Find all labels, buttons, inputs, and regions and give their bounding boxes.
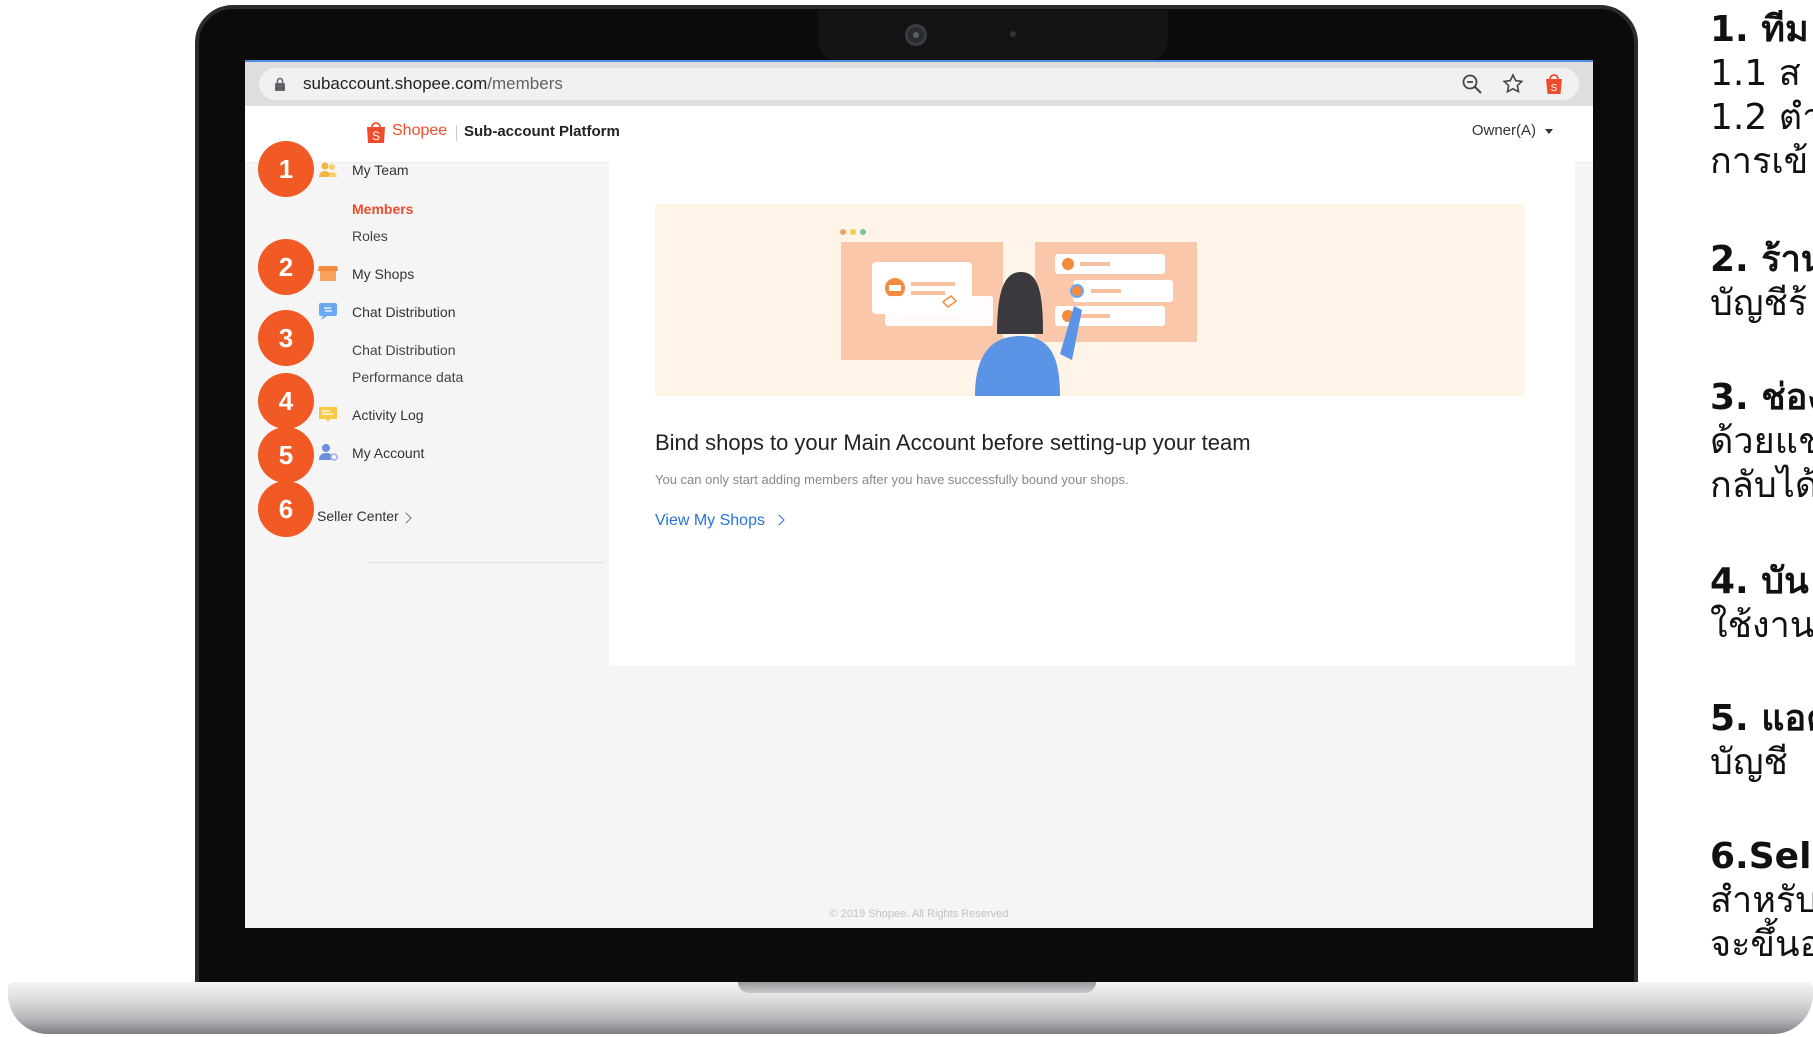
annotation-3: 3. ช่อง ด้วยแช กลับได้ (1710, 376, 1813, 508)
sidebar-item-performance-data[interactable]: Performance data (352, 369, 463, 385)
caret-down-icon[interactable] (1545, 129, 1553, 134)
shop-icon (318, 266, 338, 281)
laptop-groove (738, 982, 1096, 993)
annotation-2: 2. ร้าน บัญชีร้ (1710, 238, 1813, 326)
url-path: /members (487, 74, 563, 93)
annotation-2-title: 2. ร้าน (1710, 239, 1813, 280)
main-card: Bind shops to your Main Account before s… (609, 160, 1575, 666)
logo-divider (456, 125, 457, 141)
annotation-1: 1. ทีม 1.1 ส 1.2 ตำ การเข้ (1710, 8, 1813, 184)
sidebar-item-my-account[interactable]: My Account (352, 445, 424, 461)
logo-text[interactable]: Shopee (392, 122, 447, 140)
sidebar-divider (367, 562, 605, 563)
step-badge-4: 4 (258, 373, 314, 429)
bookmark-star-icon[interactable] (1501, 72, 1525, 96)
zoom-out-icon[interactable] (1461, 73, 1483, 95)
activity-log-icon (319, 407, 337, 422)
bind-shops-illustration (840, 229, 1197, 396)
annotation-1-line-2: 1.2 ตำ (1710, 97, 1813, 138)
shopee-logo-icon: S (367, 122, 385, 143)
step-badge-1: 1 (258, 141, 314, 197)
sidebar-item-seller-center[interactable]: Seller Center (317, 508, 399, 524)
sidebar-item-members[interactable]: Members (352, 201, 413, 217)
chevron-right-icon[interactable] (400, 512, 412, 524)
annotation-4: 4. บัน ใช้งาน (1710, 560, 1813, 648)
team-icon (319, 162, 337, 177)
sidebar-item-my-shops[interactable]: My Shops (352, 266, 414, 282)
sidebar-item-roles[interactable]: Roles (352, 228, 388, 244)
view-my-shops-label: View My Shops (655, 512, 765, 529)
chevron-right-icon (773, 514, 786, 526)
annotation-2-line-1: บัญชีร้ (1710, 283, 1808, 324)
annotation-1-title: 1. ทีม (1710, 9, 1809, 50)
annotation-6-line-1: สำหรับ (1710, 880, 1813, 921)
annotation-6: 6.Sell สำหรับ จะขึ้นอ (1710, 835, 1813, 967)
platform-title: Sub-account Platform (464, 123, 620, 140)
lock-icon (275, 77, 285, 91)
empty-state-headline: Bind shops to your Main Account before s… (655, 430, 1251, 455)
annotation-3-line-1: ด้วยแช (1710, 421, 1813, 462)
url-host: subaccount.shopee.com (303, 74, 488, 93)
annotation-5-line-1: บัญชี (1710, 742, 1788, 783)
shopee-extension-icon[interactable]: S (1543, 72, 1565, 96)
step-badge-3: 3 (258, 310, 314, 366)
chat-icon (319, 303, 337, 320)
laptop-screen: subaccount.shopee.com/members S S Shopee… (245, 60, 1593, 928)
annotation-1-line-3: การเข้ (1710, 141, 1809, 182)
step-badge-2: 2 (258, 239, 314, 295)
sensor-dot (1010, 31, 1016, 37)
empty-state-subtext: You can only start adding members after … (655, 472, 1129, 487)
browser-toolbar: subaccount.shopee.com/members S (245, 60, 1593, 106)
sidebar-item-activity-log[interactable]: Activity Log (352, 407, 424, 423)
app-header: S Shopee Sub-account Platform Owner(A) (245, 106, 1593, 163)
annotation-3-title: 3. ช่อง (1710, 377, 1813, 418)
annotation-6-title: 6.Sell (1710, 836, 1813, 877)
svg-text:S: S (372, 129, 380, 143)
step-badge-5: 5 (258, 427, 314, 483)
account-icon (319, 444, 338, 461)
svg-text:S: S (1551, 83, 1558, 94)
annotation-3-line-2: กลับได้ (1710, 465, 1813, 506)
step-badge-6: 6 (258, 481, 314, 537)
empty-state-banner (655, 204, 1525, 396)
annotation-5: 5. แอค บัญชี (1710, 697, 1813, 785)
url-text[interactable]: subaccount.shopee.com/members (303, 74, 563, 94)
sidebar-item-my-team[interactable]: My Team (352, 162, 409, 178)
annotation-6-line-2: จะขึ้นอ (1710, 924, 1813, 965)
webcam-icon (905, 24, 927, 46)
annotation-4-line-1: ใช้งาน (1710, 605, 1813, 646)
annotation-1-line-1: 1.1 ส (1710, 53, 1801, 94)
annotation-5-title: 5. แอค (1710, 698, 1813, 739)
annotation-4-title: 4. บัน (1710, 561, 1809, 602)
sidebar-item-chat-distribution[interactable]: Chat Distribution (352, 304, 456, 320)
sidebar-item-chat-distribution-sub[interactable]: Chat Distribution (352, 342, 456, 358)
footer-copyright: © 2019 Shopee. All Rights Reserved (829, 908, 1009, 920)
user-menu[interactable]: Owner(A) (1472, 122, 1536, 139)
camera-notch (818, 10, 1168, 62)
view-my-shops-link[interactable]: View My Shops (655, 512, 786, 530)
